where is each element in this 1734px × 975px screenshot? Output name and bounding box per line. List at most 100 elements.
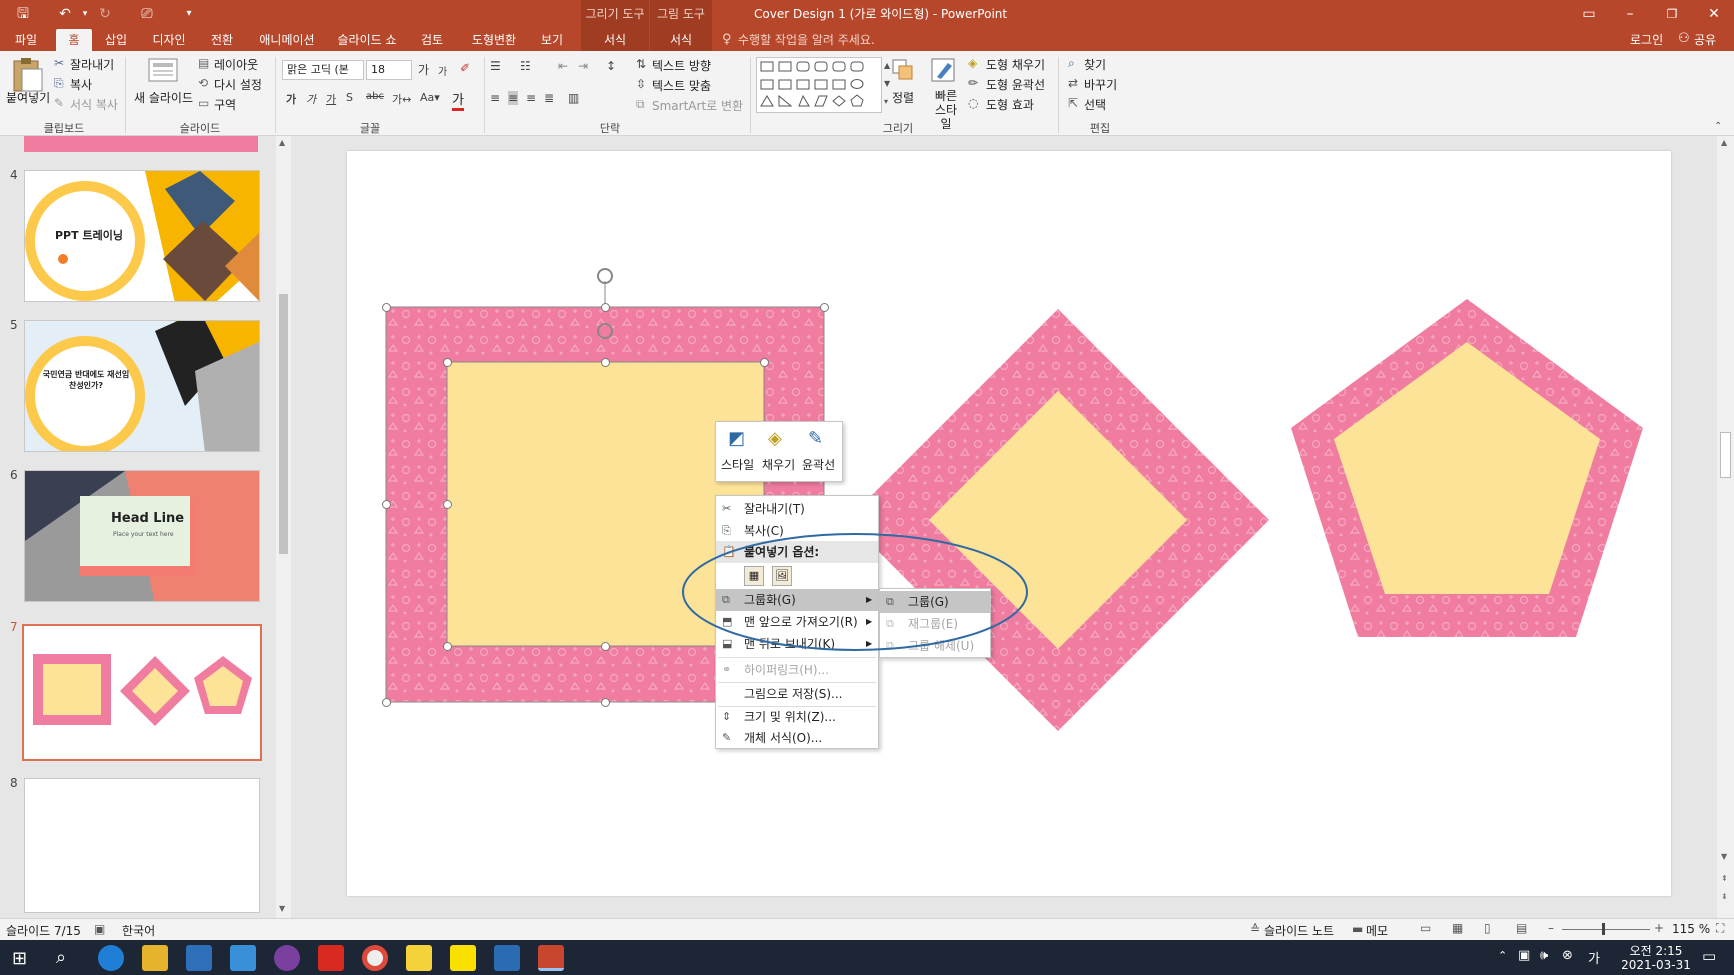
paste-button[interactable]: 붙여넣기 (6, 89, 50, 106)
layout-button[interactable]: 레이아웃 (214, 56, 258, 73)
fill-button[interactable]: 채우기 (762, 456, 795, 473)
fit-to-window-icon[interactable]: ⛶ (1716, 921, 1724, 936)
font-color-icon[interactable]: 가 (452, 89, 464, 111)
paste-icon[interactable] (10, 57, 44, 93)
tab-drawing-format[interactable]: 서식 (581, 29, 649, 51)
shape-outline-button[interactable]: 도형 윤곽선 (986, 76, 1045, 93)
outline-icon[interactable]: ✎ (808, 428, 823, 449)
text-direction-button[interactable]: 텍스트 방향 (652, 57, 711, 74)
customize-qat-icon[interactable]: ▾ (178, 4, 200, 24)
action-center-icon[interactable]: ▭ (1702, 947, 1716, 965)
slide-7-thumbnail-selected[interactable] (22, 624, 262, 761)
outline-button[interactable]: 윤곽선 (802, 456, 835, 473)
arrange-icon[interactable] (892, 59, 916, 85)
zoom-slider-thumb[interactable] (1602, 923, 1605, 935)
chrome-icon[interactable] (362, 945, 388, 971)
ime-icon[interactable]: 가 (1588, 948, 1600, 967)
tab-home[interactable]: 홈 (56, 29, 92, 51)
line-spacing-icon[interactable]: ↕ (606, 59, 616, 73)
tray-expand-icon[interactable]: ⌃ (1498, 949, 1507, 962)
edge-icon[interactable] (98, 945, 124, 971)
spellcheck-icon[interactable]: ▣ (94, 922, 105, 936)
shapes-gallery[interactable] (756, 57, 882, 113)
undo-dropdown-icon[interactable]: ▾ (74, 4, 96, 24)
cut-button[interactable]: 잘라내기 (70, 56, 114, 73)
editor-scrollbar[interactable]: ▲ ▼ ⇞ ⇟ (1717, 136, 1734, 918)
clock-date[interactable]: 2021-03-31 (1616, 958, 1696, 972)
style-button[interactable]: 스타일 (721, 456, 754, 473)
login-link[interactable]: 로그인 (1630, 29, 1663, 51)
shadow-icon[interactable]: S (346, 91, 353, 104)
style-icon[interactable]: ◩ (728, 428, 745, 449)
resize-handle[interactable] (443, 642, 452, 651)
tab-transitions[interactable]: 전환 (204, 29, 240, 51)
change-case-icon[interactable]: Aa▾ (420, 91, 440, 104)
copy-button[interactable]: 복사 (70, 76, 92, 93)
gallery-scroll-icon[interactable]: ▲ ▼ ▾ (884, 57, 890, 111)
notification-off-icon[interactable]: ⊗ (1562, 948, 1573, 963)
zoom-level[interactable]: 115 % (1672, 922, 1710, 936)
share-button[interactable]: 공유 (1694, 29, 1716, 51)
resize-handle[interactable] (601, 303, 610, 312)
resize-handle[interactable] (820, 303, 829, 312)
slide-5-thumbnail[interactable]: 국민연금 반대에도 재선임 찬성인가? (24, 320, 260, 452)
mail-icon[interactable] (230, 945, 256, 971)
resize-handle[interactable] (382, 500, 391, 509)
font-size-box[interactable]: 18 (366, 60, 412, 80)
increase-indent-icon[interactable]: ⇥ (578, 59, 588, 73)
resize-handle[interactable] (601, 358, 610, 367)
tab-file[interactable]: 파일 (6, 29, 46, 51)
new-slide-button[interactable]: 새 슬라이드 (134, 89, 193, 106)
strikethrough-icon[interactable]: abc (366, 91, 384, 102)
tab-design[interactable]: 디자인 (146, 29, 192, 51)
tab-shape-convert[interactable]: 도형변환 (464, 29, 524, 51)
rotate-handle-outer-icon[interactable] (597, 268, 613, 284)
scroll-up-icon[interactable]: ▲ (279, 138, 285, 147)
scroll-thumb[interactable] (279, 294, 288, 554)
slide-3-thumbnail-partial[interactable] (24, 136, 258, 152)
tab-insert[interactable]: 삽입 (98, 29, 134, 51)
photos-icon[interactable] (494, 945, 520, 971)
select-button[interactable]: 선택 (1084, 96, 1106, 113)
shape-effects-button[interactable]: 도형 효과 (986, 96, 1034, 113)
slide-8-thumbnail[interactable] (24, 778, 260, 913)
tab-animations[interactable]: 애니메이션 (254, 29, 320, 51)
notes-button[interactable]: 슬라이드 노트 (1264, 922, 1334, 939)
decrease-indent-icon[interactable]: ⇤ (558, 59, 568, 73)
resize-handle[interactable] (601, 642, 610, 651)
shape-fill-button[interactable]: 도형 채우기 (986, 56, 1045, 73)
tab-picture-format[interactable]: 서식 (650, 29, 712, 51)
slide-6-thumbnail[interactable]: Head Line Place your text here (24, 470, 260, 602)
section-button[interactable]: 구역 (214, 96, 236, 113)
numbering-icon[interactable]: ☷ (520, 59, 531, 73)
format-painter-button[interactable]: 서식 복사 (70, 96, 118, 113)
clock-time[interactable]: 오전 2:15 (1616, 942, 1696, 959)
volume-icon[interactable]: 🕪 (1540, 948, 1548, 963)
align-left-icon[interactable]: ≡ (490, 91, 500, 105)
tab-slideshow[interactable]: 슬라이드 쇼 (334, 29, 400, 51)
network-icon[interactable]: ▣ (1518, 948, 1530, 963)
resize-handle[interactable] (382, 303, 391, 312)
quick-styles-icon[interactable] (930, 57, 958, 87)
char-spacing-icon[interactable]: 가↔ (392, 91, 411, 107)
justify-icon[interactable]: ≣ (544, 91, 554, 105)
zoom-in-icon[interactable]: + (1654, 921, 1664, 935)
previous-slide-icon[interactable]: ⇞ (1721, 874, 1728, 883)
font-name-box[interactable]: 맑은 고딕 (본 (282, 60, 364, 80)
file-explorer-icon[interactable] (142, 945, 168, 971)
presenter-icon[interactable]: ⎚ (136, 4, 158, 24)
bullets-icon[interactable]: ☰ (490, 59, 501, 73)
align-text-button[interactable]: 텍스트 맞춤 (652, 77, 711, 94)
reset-button[interactable]: 다시 설정 (214, 76, 262, 93)
align-right-icon[interactable]: ≡ (526, 91, 536, 105)
thumbnail-scrollbar[interactable]: ▲ ▼ (276, 136, 291, 918)
undo-icon[interactable]: ↶ (54, 4, 76, 24)
media-player-icon[interactable] (274, 945, 300, 971)
bold-icon[interactable]: 가 (286, 91, 296, 107)
tab-review[interactable]: 검토 (412, 29, 452, 51)
scroll-down-icon[interactable]: ▼ (279, 904, 285, 913)
minimize-icon[interactable]: – (1619, 4, 1641, 24)
store-icon[interactable] (186, 945, 212, 971)
zoom-slider[interactable] (1562, 929, 1650, 930)
smartart-button[interactable]: SmartArt로 변환 (652, 97, 743, 114)
